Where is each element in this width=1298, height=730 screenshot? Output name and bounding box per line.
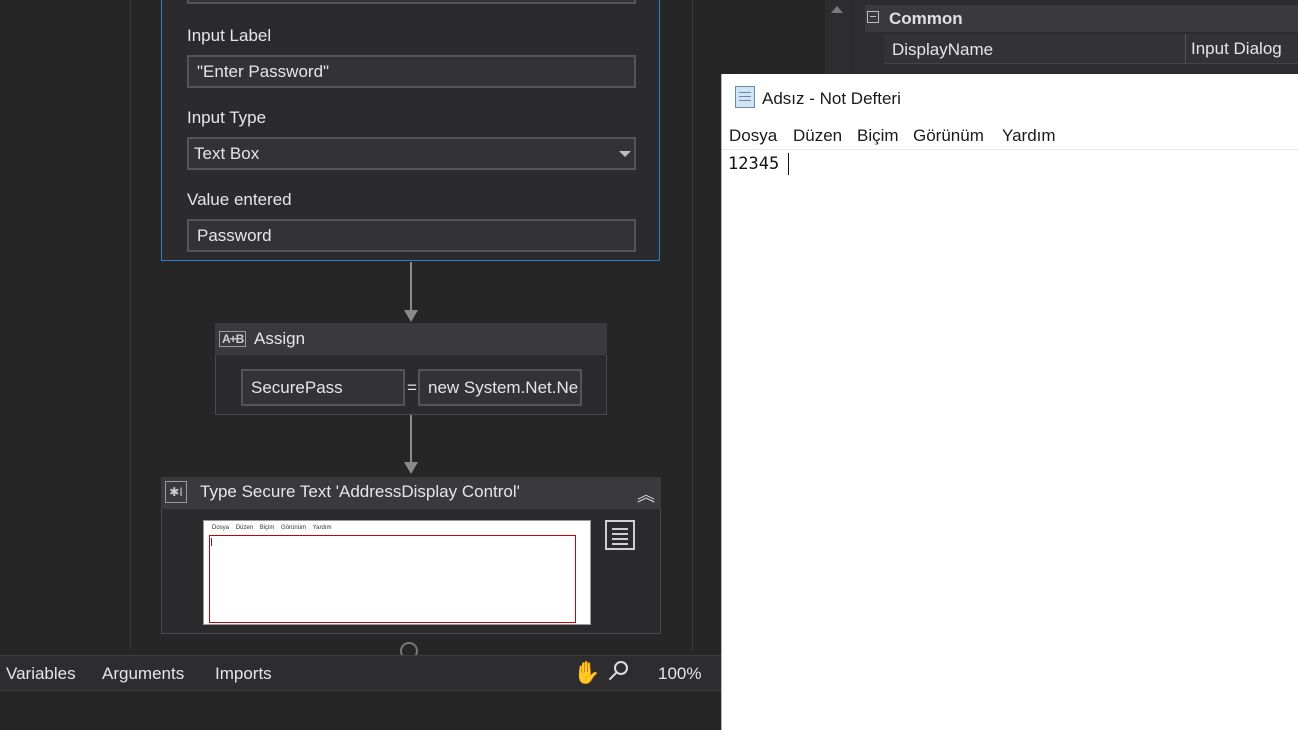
- tab-arguments[interactable]: Arguments: [102, 664, 184, 684]
- title-field-partial[interactable]: [187, 0, 636, 4]
- chevron-down-icon[interactable]: [619, 151, 631, 157]
- bottom-panel-area: [0, 690, 722, 730]
- zoom-magnifier-icon[interactable]: [608, 661, 628, 681]
- assign-value-field[interactable]: new System.Net.Ne: [418, 369, 582, 406]
- input-type-caption: Input Type: [187, 108, 267, 127]
- property-group-title: Common: [889, 9, 963, 28]
- property-divider: [1185, 34, 1186, 64]
- menu-dosya[interactable]: Dosya: [729, 126, 777, 146]
- input-label-caption: Input Label: [187, 26, 272, 45]
- tab-imports[interactable]: Imports: [215, 664, 272, 684]
- notepad-title: Adsız - Not Defteri: [762, 89, 901, 108]
- value-entered-caption: Value entered: [187, 190, 292, 209]
- thumb-menu-item: Dosya: [212, 525, 230, 531]
- menu-gorunum[interactable]: Görünüm: [913, 126, 984, 146]
- menu-duzen[interactable]: Düzen: [793, 126, 842, 146]
- pan-hand-icon[interactable]: ✋: [573, 660, 600, 686]
- target-screenshot-thumbnail: Dosya Düzen Biçim Görünüm Yardım: [203, 520, 591, 625]
- assign-title: Assign: [254, 329, 306, 348]
- assign-to-field[interactable]: SecurePass: [241, 369, 405, 406]
- tab-variables[interactable]: Variables: [6, 664, 76, 684]
- notepad-content[interactable]: 12345: [728, 154, 779, 174]
- thumbnail-caret: [211, 538, 212, 546]
- type-secure-text-title: Type Secure Text 'AddressDisplay Control…: [200, 482, 520, 501]
- thumbnail-menu: Dosya Düzen Biçim Görünüm Yardım: [212, 525, 332, 531]
- zoom-level[interactable]: 100%: [658, 664, 701, 684]
- flow-connector: [410, 415, 412, 465]
- sequence-border-left: [130, 0, 131, 650]
- property-name: DisplayName: [892, 40, 994, 59]
- arrow-down-icon: [404, 462, 418, 474]
- type-secure-text-icon: ✱I: [165, 481, 187, 503]
- assign-equals-sign: =: [407, 378, 417, 397]
- value-entered-field[interactable]: Password: [187, 219, 636, 252]
- thumb-menu-item: Yardım: [312, 525, 332, 531]
- text-caret: [788, 153, 789, 175]
- flow-connector: [410, 262, 412, 312]
- input-label-field[interactable]: "Enter Password": [187, 55, 636, 88]
- property-value[interactable]: Input Dialog: [1191, 39, 1282, 59]
- arrow-down-icon: [404, 310, 418, 322]
- menu-yardim[interactable]: Yardım: [1002, 126, 1056, 146]
- sequence-border-right: [692, 0, 693, 650]
- options-menu-icon[interactable]: [605, 520, 635, 550]
- notepad-text-area[interactable]: [722, 150, 1298, 730]
- collapse-group-icon[interactable]: [867, 11, 879, 23]
- thumb-menu-item: Biçim: [259, 525, 275, 531]
- scroll-up-arrow-icon[interactable]: [831, 6, 843, 13]
- target-highlight-box: [209, 535, 576, 623]
- menu-bicim[interactable]: Biçim: [857, 126, 899, 146]
- input-type-dropdown[interactable]: Text Box: [187, 137, 636, 170]
- collapse-icon[interactable]: ︽: [637, 481, 655, 507]
- input-type-value: Text Box: [194, 144, 260, 163]
- notepad-app-icon: [735, 86, 755, 108]
- assign-icon: A+B: [219, 331, 247, 347]
- thumb-menu-item: Düzen: [235, 525, 254, 531]
- thumb-menu-item: Görünüm: [281, 525, 307, 531]
